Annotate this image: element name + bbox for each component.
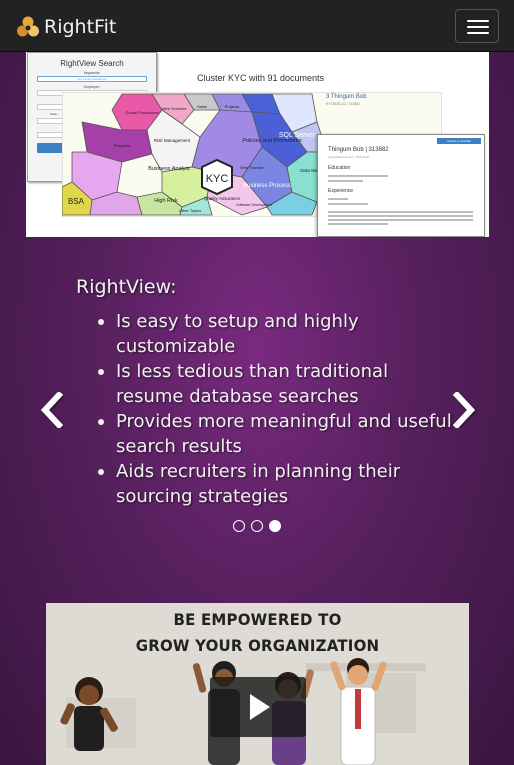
cluster-cell-risk-management: Risk Management: [154, 138, 191, 143]
cluster-cell-wire-transfer: Wire Transfer: [240, 165, 265, 170]
resume-experience-heading: Experience: [328, 188, 354, 194]
chevron-right-icon: [452, 392, 476, 428]
video-title-line-1: BE EMPOWERED TO: [173, 610, 342, 630]
play-button[interactable]: [210, 677, 306, 737]
feature-text: Provides more meaningful and useful sear…: [116, 411, 452, 457]
video-title-line-2: GROW YOUR ORGANIZATION: [135, 636, 380, 656]
feature-text: Is easy to setup and highly customizable: [116, 311, 359, 357]
cluster-cell-web-services: Web Services: [162, 106, 187, 111]
feature-text: Is less tedious than traditional resume …: [116, 361, 389, 407]
caption-heading: RightView:: [76, 276, 177, 298]
cluster-cell-kyc: KYC: [206, 173, 229, 185]
cluster-cell-bsa: BSA: [68, 197, 85, 206]
resume-education-heading: Education: [328, 165, 351, 171]
promo-video[interactable]: BE EMPOWERED TO GROW YOUR ORGANIZATION: [46, 603, 469, 765]
feature-item: Is less tedious than traditional resume …: [96, 359, 456, 409]
cluster-cell-other-topics: Other Topics: [179, 208, 201, 213]
bullet-icon: [98, 319, 104, 325]
chevron-left-icon: [40, 392, 64, 428]
resume-text-line: [328, 175, 388, 177]
cluster-cell-business-process: Business Process: [243, 183, 291, 189]
bullet-icon: [98, 469, 104, 475]
resume-text-line: [328, 203, 368, 205]
resume-text-line: [328, 180, 363, 182]
cluster-cell-sql-server: SQL Server: [279, 132, 316, 139]
bullet-icon: [98, 369, 104, 375]
resume-text-line: [328, 215, 473, 217]
shortlist-button: Include in shortlist: [437, 138, 481, 144]
cluster-cell-global-procedures: Global Procedures: [125, 110, 158, 115]
feature-item: Provides more meaningful and useful sear…: [96, 409, 456, 459]
cluster-cell-quality-assurance: Quality Assurance: [204, 196, 241, 201]
cluster-cell-software-development: Software Development: [236, 203, 271, 207]
search-panel-label: Employer:: [84, 85, 100, 89]
play-icon: [250, 694, 270, 720]
carousel-indicator-1[interactable]: [233, 520, 245, 532]
keywords-field: kyc,money laundering: [37, 76, 147, 82]
resume-text-line: [328, 211, 473, 213]
carousel-prev-button[interactable]: [28, 380, 76, 440]
cluster-title: Cluster KYC with 91 documents: [197, 73, 325, 83]
resume-text-line: [328, 198, 348, 200]
search-panel-title: RightView Search: [60, 59, 124, 68]
cluster-cell-sales: Sales: [197, 104, 207, 109]
menu-toggle-button[interactable]: [455, 9, 499, 43]
carousel-slide-image: RightView Search Keywords: kyc,money lau…: [26, 52, 489, 237]
resume-text-line: [328, 223, 388, 225]
brand-link[interactable]: RightFit: [16, 14, 116, 40]
cluster-cell-business-analyst: Business Analyst: [148, 166, 190, 172]
rightfit-logo-icon: [17, 16, 39, 37]
feature-item: Aids recruiters in planning their sourci…: [96, 459, 456, 509]
search-panel-label: Keywords:: [83, 71, 101, 75]
resume-name: Thingum Bob | 313882: [328, 147, 389, 153]
resume-text-line: [328, 219, 473, 221]
brand-name: RightFit: [44, 16, 117, 38]
carousel-indicators: [233, 520, 281, 532]
cluster-cell-projects: Projects: [225, 104, 239, 109]
feature-text: Aids recruiters in planning their sourci…: [116, 461, 401, 507]
carousel-next-button[interactable]: [440, 380, 488, 440]
resume-contact: bob@fakemail.com - 555-0100: [328, 155, 370, 159]
bullet-icon: [98, 419, 104, 425]
caption-feature-list: Is easy to setup and highly customizable…: [96, 309, 456, 509]
result-link: 3 Thingum Bob: [326, 94, 367, 100]
carousel-indicator-2[interactable]: [251, 520, 263, 532]
cluster-cell-high-risk: High Risk: [154, 198, 178, 204]
navbar: RightFit: [0, 0, 514, 52]
carousel-indicator-3[interactable]: [269, 520, 281, 532]
resume-card-screenshot: Include in shortlist Thingum Bob | 31388…: [317, 134, 485, 237]
feature-item: Is easy to setup and highly customizable: [96, 309, 456, 359]
cluster-cell-prepared: Prepared: [114, 143, 130, 148]
result-meta: KYCBOB-02 / 313882: [326, 102, 361, 106]
